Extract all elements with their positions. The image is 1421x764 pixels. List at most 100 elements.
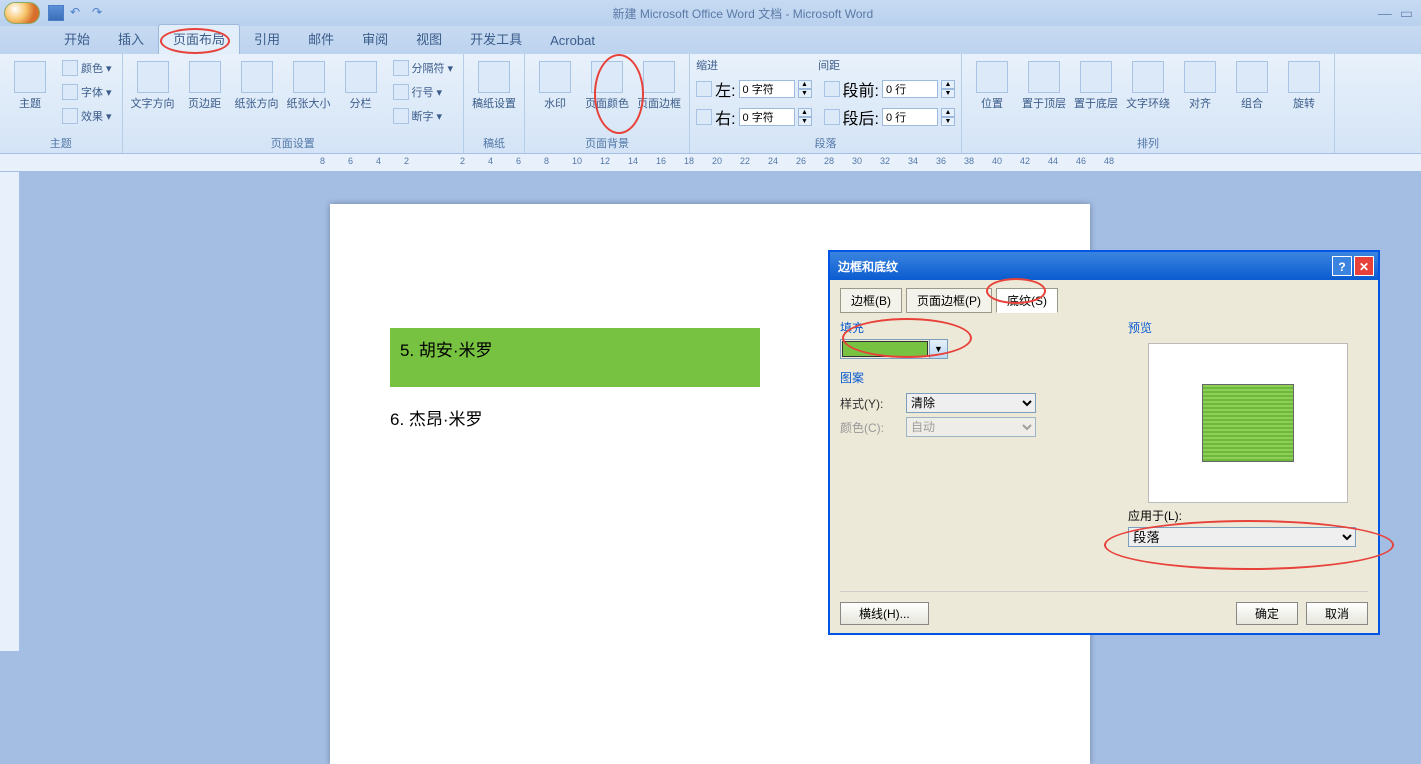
colors-label: 颜色	[81, 60, 103, 76]
text-direction-button[interactable]: 文字方向	[129, 57, 177, 111]
spin-up[interactable]: ▲	[798, 80, 812, 89]
send-back-button[interactable]: 置于底层	[1072, 57, 1120, 111]
indent-right-input[interactable]	[739, 108, 795, 126]
page-size-label: 纸张大小	[287, 95, 331, 111]
tab-acrobat[interactable]: Acrobat	[536, 29, 609, 54]
columns-button[interactable]: 分栏	[337, 57, 385, 111]
line-numbers-button[interactable]: 行号▾	[389, 81, 458, 103]
bring-front-button[interactable]: 置于顶层	[1020, 57, 1068, 111]
theme-effects[interactable]: 效果▾	[58, 105, 116, 127]
dialog-help-button[interactable]: ?	[1332, 256, 1352, 276]
page-borders-icon	[643, 61, 675, 93]
group-theme-label: 主题	[6, 133, 116, 153]
group-page-setup-label: 页面设置	[129, 133, 458, 153]
send-back-icon	[1080, 61, 1112, 93]
preview-legend: 预览	[1128, 319, 1368, 339]
columns-icon	[345, 61, 377, 93]
preview-box	[1148, 343, 1348, 503]
bring-front-label: 置于顶层	[1022, 95, 1066, 111]
shaded-paragraph[interactable]: 5. 胡安·米罗	[390, 328, 760, 387]
group-arrange-label: 排列	[968, 133, 1328, 153]
indent-header: 缩进	[696, 57, 718, 73]
themes-icon	[14, 61, 46, 93]
group-button[interactable]: 组合	[1228, 57, 1276, 111]
apply-to-select[interactable]: 段落	[1128, 527, 1356, 547]
margins-icon	[189, 61, 221, 93]
ribbon: 主题 颜色▾ 字体▾ 效果▾ 主题 文字方向 页边距 纸张方向 纸张大小 分栏 …	[0, 54, 1421, 154]
hyphenation-button[interactable]: 断字▾	[389, 105, 458, 127]
space-before-input[interactable]	[882, 80, 938, 98]
save-icon[interactable]	[48, 5, 64, 21]
watermark-icon	[539, 61, 571, 93]
dialog-close-button[interactable]: ✕	[1354, 256, 1374, 276]
themes-label: 主题	[19, 95, 41, 111]
minimize-button[interactable]: —	[1378, 5, 1392, 22]
quick-access-toolbar: ↶ ↷	[48, 5, 108, 21]
text-wrap-button[interactable]: 文字环绕	[1124, 57, 1172, 111]
group-paragraph-label: 段落	[696, 133, 955, 153]
horizontal-ruler[interactable]: 8642246810121416182022242628303234363840…	[0, 154, 1421, 172]
spin-down[interactable]: ▼	[798, 89, 812, 98]
indent-left-input[interactable]	[739, 80, 795, 98]
pattern-style-select[interactable]: 清除	[906, 393, 1036, 413]
ok-button[interactable]: 确定	[1236, 602, 1298, 625]
spin-up[interactable]: ▲	[941, 80, 955, 89]
watermark-button[interactable]: 水印	[531, 57, 579, 111]
undo-icon[interactable]: ↶	[70, 5, 86, 21]
redo-icon[interactable]: ↷	[92, 5, 108, 21]
cancel-button[interactable]: 取消	[1306, 602, 1368, 625]
dialog-titlebar[interactable]: 边框和底纹 ? ✕	[830, 252, 1378, 280]
spacing-header: 间距	[818, 57, 840, 73]
watermark-label: 水印	[544, 95, 566, 111]
effects-icon	[62, 108, 78, 124]
fill-color-combo[interactable]: ▼	[840, 339, 948, 359]
spin-up[interactable]: ▲	[798, 108, 812, 117]
page-color-label: 页面颜色	[585, 95, 629, 111]
tab-view[interactable]: 视图	[402, 25, 456, 54]
dialog-tab-shading[interactable]: 底纹(S)	[996, 288, 1058, 313]
borders-shading-dialog: 边框和底纹 ? ✕ 边框(B) 页面边框(P) 底纹(S) 填充 ▼ 图案	[828, 250, 1380, 635]
theme-fonts[interactable]: 字体▾	[58, 81, 116, 103]
margins-button[interactable]: 页边距	[181, 57, 229, 111]
tab-home[interactable]: 开始	[50, 25, 104, 54]
margins-label: 页边距	[188, 95, 221, 111]
tab-references[interactable]: 引用	[240, 25, 294, 54]
vertical-ruler[interactable]	[0, 172, 20, 651]
fonts-label: 字体	[81, 84, 103, 100]
spin-up[interactable]: ▲	[941, 108, 955, 117]
tab-insert[interactable]: 插入	[104, 25, 158, 54]
tab-review[interactable]: 审阅	[348, 25, 402, 54]
page-borders-button[interactable]: 页面边框	[635, 57, 683, 111]
preview-swatch	[1202, 384, 1294, 462]
themes-button[interactable]: 主题	[6, 57, 54, 111]
rotate-button[interactable]: 旋转	[1280, 57, 1328, 111]
rotate-icon	[1288, 61, 1320, 93]
horizontal-line-button[interactable]: 横线(H)...	[840, 602, 929, 625]
stationery-button[interactable]: 稿纸设置	[470, 57, 518, 111]
page-size-button[interactable]: 纸张大小	[285, 57, 333, 111]
space-after-label: 段后:	[843, 105, 879, 129]
spin-down[interactable]: ▼	[941, 89, 955, 98]
dialog-tab-page-borders[interactable]: 页面边框(P)	[906, 288, 992, 313]
tab-mailings[interactable]: 邮件	[294, 25, 348, 54]
spin-down[interactable]: ▼	[798, 117, 812, 126]
breaks-button[interactable]: 分隔符▾	[389, 57, 458, 79]
office-button[interactable]	[4, 2, 40, 24]
orientation-button[interactable]: 纸张方向	[233, 57, 281, 111]
text-wrap-label: 文字环绕	[1126, 95, 1170, 111]
theme-colors[interactable]: 颜色▾	[58, 57, 116, 79]
restore-button[interactable]: ▭	[1400, 5, 1413, 22]
tab-developer[interactable]: 开发工具	[456, 25, 536, 54]
ribbon-tabstrip: 开始 插入 页面布局 引用 邮件 审阅 视图 开发工具 Acrobat	[0, 26, 1421, 54]
page-color-button[interactable]: 页面颜色	[583, 57, 631, 111]
position-button[interactable]: 位置	[968, 57, 1016, 111]
text-direction-label: 文字方向	[131, 95, 175, 111]
indent-right-icon	[696, 109, 712, 125]
dialog-tab-borders[interactable]: 边框(B)	[840, 288, 902, 313]
color-label: 颜色(C):	[840, 419, 900, 436]
space-after-input[interactable]	[882, 108, 938, 126]
tab-page-layout[interactable]: 页面布局	[158, 24, 240, 54]
align-button[interactable]: 对齐	[1176, 57, 1224, 111]
page-color-icon	[591, 61, 623, 93]
spin-down[interactable]: ▼	[941, 117, 955, 126]
